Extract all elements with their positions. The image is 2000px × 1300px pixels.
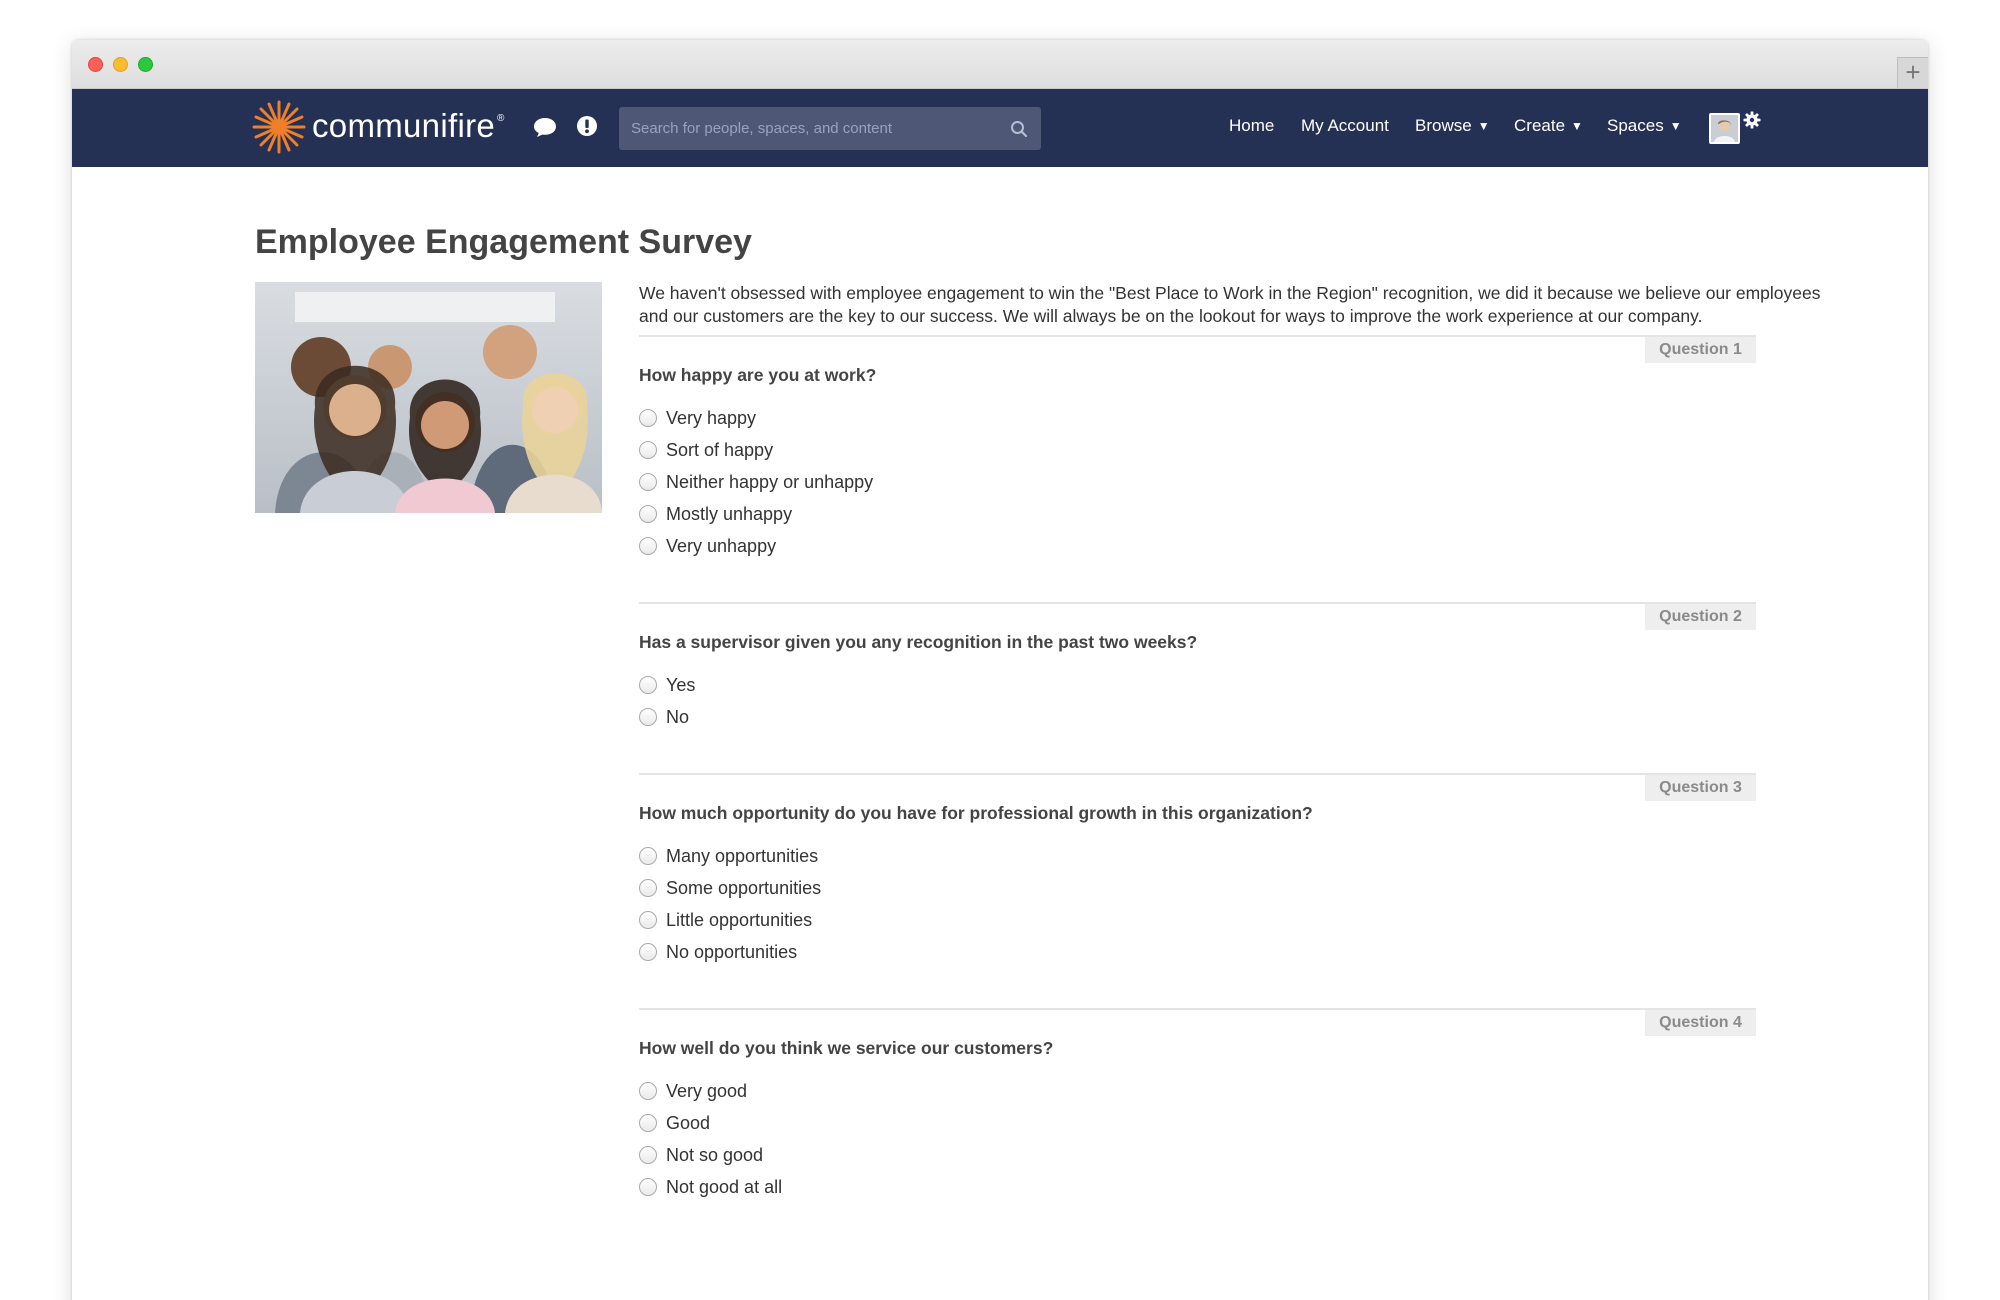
answer-option[interactable]: Good xyxy=(639,1107,782,1139)
nav-create-dropdown[interactable]: Create ▼ xyxy=(1514,116,1583,136)
question-divider xyxy=(639,1008,1756,1010)
answer-option[interactable]: Very happy xyxy=(639,402,873,434)
nav-spaces-dropdown[interactable]: Spaces ▼ xyxy=(1607,116,1682,136)
answer-option[interactable]: Very good xyxy=(639,1075,782,1107)
survey-intro: We haven't obsessed with employee engage… xyxy=(639,283,1821,326)
answer-option[interactable]: Yes xyxy=(639,669,695,701)
radio-button[interactable] xyxy=(639,943,657,961)
answer-option[interactable]: Sort of happy xyxy=(639,434,873,466)
radio-button[interactable] xyxy=(639,1082,657,1100)
radio-button[interactable] xyxy=(639,1178,657,1196)
new-tab-button[interactable]: + xyxy=(1897,57,1928,88)
question-text: Has a supervisor given you any recogniti… xyxy=(639,632,1198,652)
nav-home-link[interactable]: Home xyxy=(1229,116,1274,136)
chat-bubble-icon[interactable] xyxy=(532,114,558,140)
question-number-badge: Question 4 xyxy=(1645,1010,1756,1036)
communifire-logo-icon[interactable] xyxy=(251,99,307,155)
question-number-badge: Question 2 xyxy=(1645,604,1756,630)
answer-label: Neither happy or unhappy xyxy=(666,471,874,492)
close-window-button[interactable] xyxy=(88,57,103,72)
radio-button[interactable] xyxy=(639,708,657,726)
spaces-label: Spaces xyxy=(1607,116,1664,135)
radio-button[interactable] xyxy=(639,1114,657,1132)
radio-button[interactable] xyxy=(639,505,657,523)
browser-window: + communifire ® Search for people, space… xyxy=(72,40,1928,1300)
radio-button[interactable] xyxy=(639,879,657,897)
registered-mark: ® xyxy=(497,113,505,124)
search-icon[interactable] xyxy=(1010,120,1028,138)
answer-option[interactable]: Little opportunities xyxy=(639,904,821,936)
answer-options: Yes No xyxy=(639,669,695,733)
question-number-badge: Question 3 xyxy=(1645,775,1756,801)
team-photo xyxy=(255,282,602,513)
radio-button[interactable] xyxy=(639,847,657,865)
answer-label: No xyxy=(666,706,690,727)
answer-option[interactable]: Very unhappy xyxy=(639,530,873,562)
answer-label: Many opportunities xyxy=(666,845,819,866)
radio-button[interactable] xyxy=(639,409,657,427)
answer-option[interactable]: Some opportunities xyxy=(639,872,821,904)
minimize-window-button[interactable] xyxy=(113,57,128,72)
page-title: Employee Engagement Survey xyxy=(255,223,752,261)
top-navbar: communifire® Home My Account Browse ▼ Cre… xyxy=(72,89,1928,167)
question-1: Question 1 How happy are you at work? Ve… xyxy=(639,335,1756,556)
answer-label: Very unhappy xyxy=(666,535,777,556)
answer-label: Very happy xyxy=(666,407,757,428)
brand-text: communifire xyxy=(312,107,496,144)
radio-button[interactable] xyxy=(639,911,657,929)
answer-label: Little opportunities xyxy=(666,909,813,930)
question-divider xyxy=(639,773,1756,775)
answer-label: Sort of happy xyxy=(666,439,774,460)
exclamation-circle-icon[interactable] xyxy=(574,114,600,140)
answer-options: Very happy Sort of happy Neither happy o… xyxy=(639,402,873,562)
radio-button[interactable] xyxy=(639,441,657,459)
gear-icon[interactable] xyxy=(1743,111,1761,129)
browse-label: Browse xyxy=(1415,116,1472,135)
question-3: Question 3 How much opportunity do you h… xyxy=(639,773,1756,963)
answer-label: No opportunities xyxy=(666,941,798,962)
search-bar xyxy=(619,107,1041,150)
answer-label: Good xyxy=(666,1112,711,1133)
answer-label: Some opportunities xyxy=(666,877,822,898)
question-divider xyxy=(639,602,1756,604)
answer-options: Many opportunities Some opportunities Li… xyxy=(639,840,821,968)
create-label: Create xyxy=(1514,116,1566,135)
answer-option[interactable]: Not good at all xyxy=(639,1171,782,1203)
answer-label: Yes xyxy=(666,674,696,695)
chevron-down-icon: ▼ xyxy=(1477,119,1490,133)
search-input[interactable] xyxy=(619,107,999,150)
maximize-window-button[interactable] xyxy=(138,57,153,72)
answer-option[interactable]: No opportunities xyxy=(639,936,821,968)
answer-options: Very good Good Not so good Not good at a… xyxy=(639,1075,782,1203)
user-avatar[interactable] xyxy=(1709,113,1740,144)
answer-label: Very good xyxy=(666,1080,748,1101)
question-text: How happy are you at work? xyxy=(639,365,877,385)
radio-button[interactable] xyxy=(639,473,657,491)
brand-name[interactable]: communifire ® xyxy=(312,107,505,145)
nav-my-account-link[interactable]: My Account xyxy=(1301,116,1389,136)
answer-option[interactable]: Mostly unhappy xyxy=(639,498,873,530)
radio-button[interactable] xyxy=(639,1146,657,1164)
question-2: Question 2 Has a supervisor given you an… xyxy=(639,602,1756,742)
question-number-badge: Question 1 xyxy=(1645,337,1756,363)
chevron-down-icon: ▼ xyxy=(1669,119,1682,133)
user-portrait-icon xyxy=(1711,115,1738,142)
radio-button[interactable] xyxy=(639,676,657,694)
question-text: How much opportunity do you have for pro… xyxy=(639,803,1313,823)
answer-label: Mostly unhappy xyxy=(666,503,793,524)
answer-option[interactable]: Neither happy or unhappy xyxy=(639,466,873,498)
question-text: How well do you think we service our cus… xyxy=(639,1038,1054,1058)
answer-label: Not good at all xyxy=(666,1176,783,1197)
question-4: Question 4 How well do you think we serv… xyxy=(639,1008,1756,1198)
answer-option[interactable]: No xyxy=(639,701,695,733)
answer-label: Not so good xyxy=(666,1144,764,1165)
answer-option[interactable]: Many opportunities xyxy=(639,840,821,872)
window-titlebar: + xyxy=(72,40,1928,89)
question-divider xyxy=(639,335,1756,337)
radio-button[interactable] xyxy=(639,537,657,555)
chevron-down-icon: ▼ xyxy=(1571,119,1583,133)
nav-browse-dropdown[interactable]: Browse ▼ xyxy=(1415,116,1490,136)
answer-option[interactable]: Not so good xyxy=(639,1139,782,1171)
